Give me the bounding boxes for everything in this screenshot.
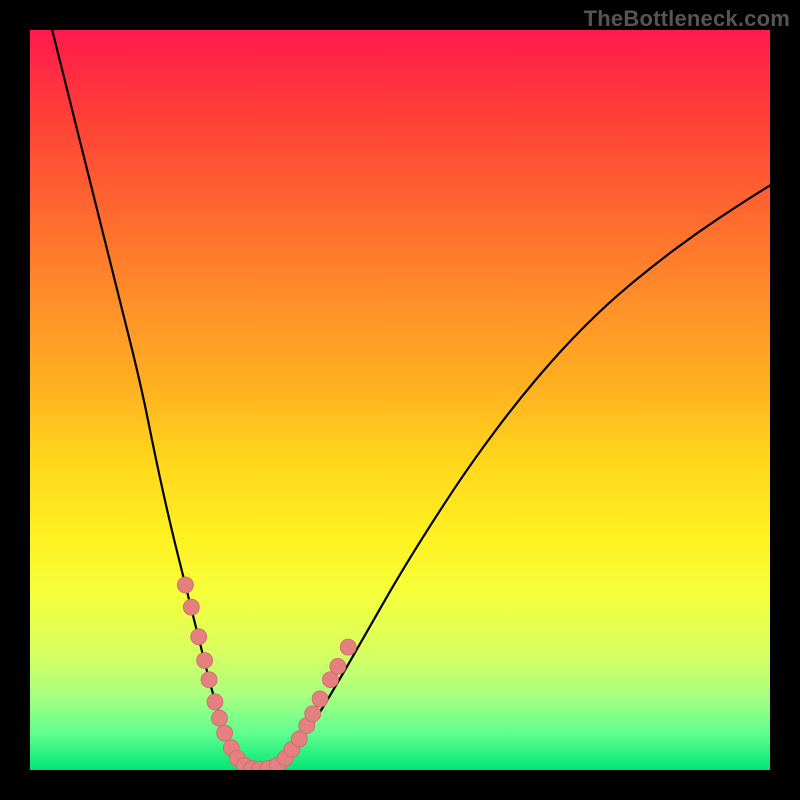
highlight-marker <box>330 658 346 674</box>
plot-area <box>30 30 770 770</box>
chart-svg <box>30 30 770 770</box>
highlight-marker <box>207 694 223 710</box>
highlight-marker <box>340 639 356 655</box>
highlight-marker <box>201 672 217 688</box>
chart-frame: TheBottleneck.com <box>0 0 800 800</box>
highlight-marker <box>197 652 213 668</box>
highlight-marker <box>211 710 227 726</box>
highlight-marker <box>177 577 193 593</box>
highlight-marker <box>183 599 199 615</box>
highlight-markers-group <box>177 577 356 770</box>
highlight-marker <box>312 691 328 707</box>
watermark-text: TheBottleneck.com <box>584 6 790 32</box>
bottleneck-curve <box>52 30 770 769</box>
highlight-marker <box>191 629 207 645</box>
highlight-marker <box>305 706 321 722</box>
highlight-marker <box>217 725 233 741</box>
